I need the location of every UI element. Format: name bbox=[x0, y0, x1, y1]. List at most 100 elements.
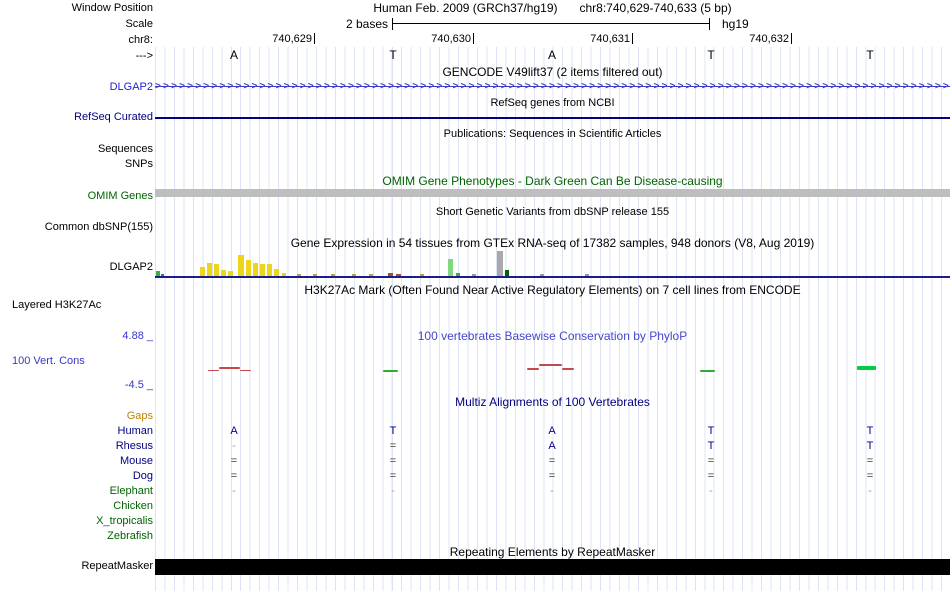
track-title-omim-gene-phenotypes-dark-green-can-be-dis[interactable]: OMIM Gene Phenotypes - Dark Green Can Be… bbox=[155, 175, 950, 188]
track-label-dlgap2[interactable]: DLGAP2 bbox=[0, 81, 153, 94]
track-label-x-tropicalis[interactable]: X_tropicalis bbox=[0, 515, 153, 528]
multiz-human-cell: T bbox=[707, 425, 715, 437]
phylop-signal-mark bbox=[700, 370, 715, 372]
track-title-gencode-v49lift37-2-items-filtered-out[interactable]: GENCODE V49lift37 (2 items filtered out) bbox=[155, 66, 950, 79]
gtex-expression-bar bbox=[297, 274, 301, 276]
gtex-expression-bar bbox=[267, 264, 272, 276]
track-title-gene-expression-in-54-tissues-from-gtex-rn[interactable]: Gene Expression in 54 tissues from GTEx … bbox=[155, 237, 950, 250]
gtex-expression-bar bbox=[331, 274, 335, 276]
track-label-chicken[interactable]: Chicken bbox=[0, 500, 153, 513]
gtex-expression-bar bbox=[221, 270, 226, 276]
phylop-signal-mark bbox=[562, 368, 574, 370]
multiz-rhesus-cell: T bbox=[707, 440, 715, 452]
ruler-base-letter: T bbox=[389, 48, 397, 62]
gtex-expression-bar bbox=[585, 274, 589, 276]
multiz-dog-cell: = bbox=[389, 470, 397, 482]
track-label-mouse[interactable]: Mouse bbox=[0, 455, 153, 468]
ruler-base-letter: T bbox=[866, 48, 874, 62]
multiz-elephant-cell: - bbox=[868, 485, 872, 497]
ruler-coordinate-label: 740,631 bbox=[590, 33, 630, 45]
track-label-omim-genes[interactable]: OMIM Genes bbox=[0, 190, 153, 203]
phylop-signal-mark bbox=[539, 364, 562, 366]
track-title-short-genetic-variants-from-dbsnp-release-[interactable]: Short Genetic Variants from dbSNP releas… bbox=[155, 206, 950, 219]
track-label-dog[interactable]: Dog bbox=[0, 470, 153, 483]
multiz-mouse-cell: = bbox=[548, 455, 556, 467]
track-title-100-vertebrates-basewise-conservation-by-p[interactable]: 100 vertebrates Basewise Conservation by… bbox=[155, 330, 950, 343]
window-position-header: Human Feb. 2009 (GRCh37/hg19) chr8:740,6… bbox=[155, 1, 950, 15]
phylop-signal-mark bbox=[240, 370, 251, 371]
track-title-multiz-alignments-of-100-vertebrates[interactable]: Multiz Alignments of 100 Vertebrates bbox=[155, 396, 950, 409]
ruler-coordinate-label: 740,632 bbox=[749, 33, 789, 45]
track-title-refseq-genes-from-ncbi[interactable]: RefSeq genes from NCBI bbox=[155, 97, 950, 110]
track-label-4-88: 4.88 _ bbox=[122, 330, 153, 342]
multiz-elephant-cell: - bbox=[550, 485, 554, 497]
gtex-expression-bar bbox=[156, 271, 160, 276]
track-title-repeating-elements-by-repeatmasker[interactable]: Repeating Elements by RepeatMasker bbox=[155, 546, 950, 559]
gtex-expression-bar bbox=[497, 251, 503, 276]
multiz-elephant-cell: - bbox=[391, 485, 395, 497]
track-label-common-dbsnp-155[interactable]: Common dbSNP(155) bbox=[0, 221, 153, 234]
track-label-zebrafish[interactable]: Zebrafish bbox=[0, 530, 153, 543]
refseq-curated-gene-bar[interactable] bbox=[155, 117, 950, 119]
multiz-mouse-cell: = bbox=[866, 455, 874, 467]
multiz-mouse-cell: = bbox=[389, 455, 397, 467]
gtex-expression-bar bbox=[396, 274, 401, 276]
track-label-dlgap2[interactable]: DLGAP2 bbox=[0, 261, 153, 274]
multiz-human-cell: T bbox=[866, 425, 874, 437]
multiz-elephant-cell: - bbox=[709, 485, 713, 497]
track-label-elephant[interactable]: Elephant bbox=[0, 485, 153, 498]
track-title-h3k27ac-mark-often-found-near-active-regul[interactable]: H3K27Ac Mark (Often Found Near Active Re… bbox=[155, 284, 950, 297]
gtex-expression-bar bbox=[200, 267, 205, 276]
gtex-expression-bar bbox=[369, 274, 373, 276]
scale-bar-line bbox=[393, 23, 709, 24]
multiz-human-cell: T bbox=[389, 425, 397, 437]
genome-build-tag: hg19 bbox=[722, 17, 749, 31]
track-label-human[interactable]: Human bbox=[0, 425, 153, 438]
gtex-expression-bar bbox=[420, 274, 424, 276]
track-label-sequences[interactable]: Sequences bbox=[0, 143, 153, 156]
phylop-signal-mark bbox=[208, 370, 219, 371]
multiz-rhesus-cell: = bbox=[389, 440, 397, 452]
track-label-refseq-curated[interactable]: RefSeq Curated bbox=[0, 111, 153, 124]
gtex-expression-bar bbox=[388, 273, 393, 276]
gtex-expression-bar bbox=[448, 259, 453, 276]
scale-bar bbox=[392, 18, 710, 30]
multiz-rhesus-cell: A bbox=[548, 440, 556, 452]
track-label-4-5: -4.5 _ bbox=[124, 379, 153, 391]
gtex-expression-bar bbox=[352, 274, 356, 276]
multiz-dog-cell: = bbox=[230, 470, 238, 482]
ruler-coordinate-label: 740,630 bbox=[431, 33, 471, 45]
transcription-direction-arrows[interactable]: >>>>>>>>>>>>>>>>>>>>>>>>>>>>>>>>>>>>>>>>… bbox=[155, 81, 950, 92]
ruler-base-letter: A bbox=[547, 48, 556, 62]
ruler-tick-mark bbox=[791, 33, 792, 44]
gtex-expression-bar bbox=[260, 264, 265, 276]
assembly-title: Human Feb. 2009 (GRCh37/hg19) bbox=[373, 1, 558, 15]
gtex-expression-bar bbox=[505, 270, 509, 276]
track-label-repeatmasker[interactable]: RepeatMasker bbox=[0, 560, 153, 573]
multiz-mouse-cell: = bbox=[230, 455, 238, 467]
ucsc-genome-browser-image[interactable]: Human Feb. 2009 (GRCh37/hg19) chr8: 740,6… bbox=[0, 0, 950, 591]
gtex-expression-bar bbox=[161, 274, 164, 276]
track-label-layered-h3k27ac[interactable]: Layered H3K27Ac bbox=[0, 299, 153, 312]
gtex-baseline bbox=[155, 276, 950, 278]
multiz-dog-cell: = bbox=[866, 470, 874, 482]
ruler-coordinate-label: 740,629 bbox=[272, 33, 312, 45]
ruler-base-letter: A bbox=[229, 48, 238, 62]
gtex-expression-bar bbox=[282, 273, 286, 276]
gtex-expression-bar bbox=[238, 255, 244, 276]
omim-genes-bar[interactable] bbox=[155, 189, 950, 197]
track-label-gaps[interactable]: Gaps bbox=[0, 410, 153, 423]
gtex-expression-bar bbox=[456, 273, 460, 276]
track-label-100-vert-cons[interactable]: 100 Vert. Cons bbox=[0, 355, 153, 368]
track-label-rhesus[interactable]: Rhesus bbox=[0, 440, 153, 453]
ruler-tick-mark bbox=[473, 33, 474, 44]
gtex-expression-bar bbox=[274, 269, 279, 276]
track-label-chr8: chr8: bbox=[128, 34, 153, 46]
multiz-dog-cell: = bbox=[548, 470, 556, 482]
track-title-publications-sequences-in-scientific-artic[interactable]: Publications: Sequences in Scientific Ar… bbox=[155, 128, 950, 141]
phylop-signal-mark bbox=[857, 366, 876, 370]
track-label-snps[interactable]: SNPs bbox=[0, 158, 153, 171]
gtex-expression-bar bbox=[246, 260, 251, 276]
multiz-dog-cell: = bbox=[707, 470, 715, 482]
repeatmasker-element-bar[interactable] bbox=[155, 559, 950, 575]
